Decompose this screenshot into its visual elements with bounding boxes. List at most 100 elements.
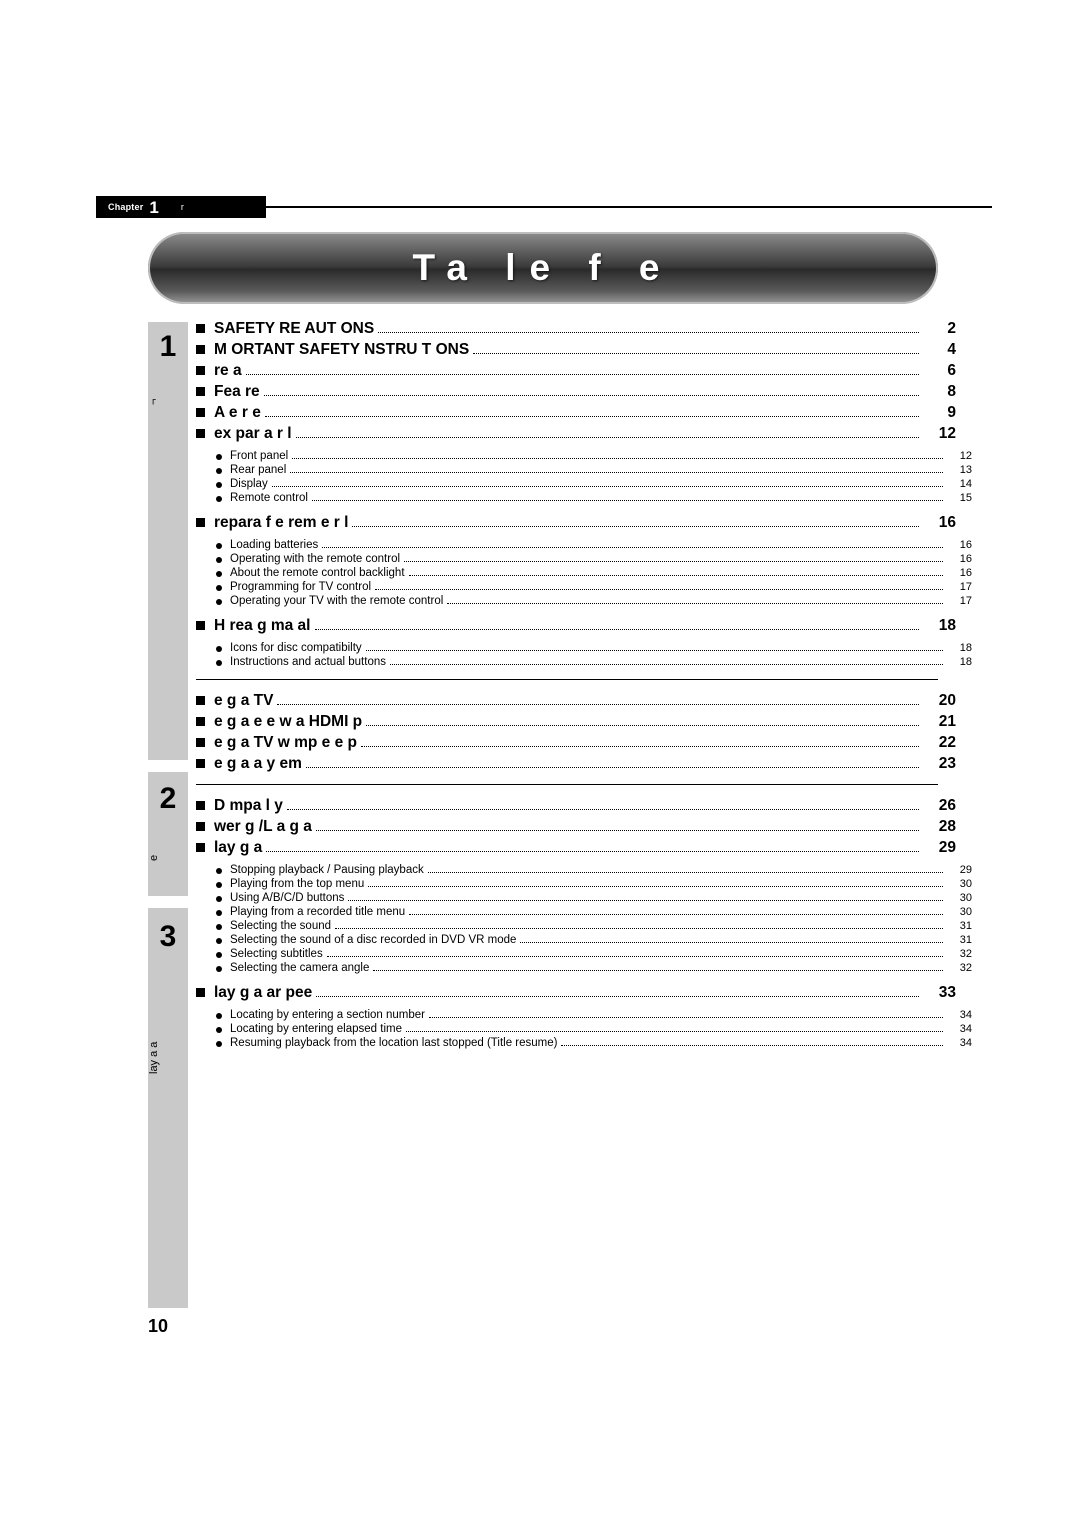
toc-entry-label: e g a e e w a HDMI p <box>214 713 363 730</box>
round-bullet-icon <box>216 1041 222 1047</box>
toc-group-chapter-3: D mpa l y 26 wer g /L a g a 28 lay g a 29 St… <box>196 797 972 1049</box>
toc-entry-main[interactable]: A e r e 9 <box>196 404 956 422</box>
toc-entry-label: Icons for disc compatibilty <box>230 642 362 654</box>
toc-entry-sub[interactable]: Instructions and actual buttons 18 <box>196 656 972 668</box>
toc-entry-main[interactable]: wer g /L a g a 28 <box>196 818 956 836</box>
square-bullet-icon <box>196 843 205 852</box>
toc-entry-main[interactable]: lay g a 29 <box>196 839 956 857</box>
toc-entry-main[interactable]: e g a TV w mp e e p 22 <box>196 734 956 752</box>
round-bullet-icon <box>216 585 222 591</box>
dot-leader <box>365 650 943 651</box>
toc-entry-sub[interactable]: Selecting the camera angle 32 <box>196 962 972 974</box>
toc-entry-page: 18 <box>938 617 956 634</box>
dot-leader <box>473 353 919 354</box>
dot-leader <box>360 746 919 747</box>
toc-entry-label: Playing from the top menu <box>230 878 365 890</box>
toc-entry-main[interactable]: SAFETY RE AUT ONS 2 <box>196 320 956 338</box>
toc-spacer <box>196 976 938 984</box>
dot-leader <box>520 942 943 943</box>
page-title-banner: Ta le f e <box>148 232 938 304</box>
toc-entry-sub[interactable]: Front panel 12 <box>196 450 972 462</box>
toc-entry-main[interactable]: D mpa l y 26 <box>196 797 956 815</box>
toc-entry-page: 16 <box>959 567 972 579</box>
toc-entry-label: Locating by entering a section number <box>230 1009 425 1021</box>
square-bullet-icon <box>196 324 205 333</box>
toc-entry-sub[interactable]: Icons for disc compatibilty 18 <box>196 642 972 654</box>
dot-leader <box>316 996 919 997</box>
chapter-number-label: 1 <box>149 197 159 217</box>
square-bullet-icon <box>196 759 205 768</box>
toc-entry-sub[interactable]: Playing from a recorded title menu 30 <box>196 906 972 918</box>
toc-entry-sub[interactable]: Selecting subtitles 32 <box>196 948 972 960</box>
toc-entry-sub[interactable]: Locating by entering a section number 34 <box>196 1009 972 1021</box>
toc-entry-label: H rea g ma al <box>214 617 311 634</box>
toc-entry-sub[interactable]: Rear panel 13 <box>196 464 972 476</box>
toc-entry-sub[interactable]: About the remote control backlight 16 <box>196 567 972 579</box>
toc-entry-page: 29 <box>938 839 956 856</box>
toc-entry-label: Fea re <box>214 383 260 400</box>
toc-entry-sub[interactable]: Selecting the sound of a disc recorded i… <box>196 934 972 946</box>
toc-entry-label: Selecting subtitles <box>230 948 323 960</box>
toc-divider-1 <box>196 679 938 680</box>
toc-entry-label: Instructions and actual buttons <box>230 656 386 668</box>
dot-leader <box>427 872 943 873</box>
dot-leader <box>264 416 919 417</box>
rail-text-1: ¬ <box>148 398 160 406</box>
dot-leader <box>378 332 919 333</box>
toc-entry-sub[interactable]: Playing from the top menu 30 <box>196 878 972 890</box>
dot-leader <box>447 603 943 604</box>
toc-entry-label: Remote control <box>230 492 308 504</box>
toc-entry-main[interactable]: e g a e e w a HDMI p 21 <box>196 713 956 731</box>
toc-entry-main[interactable]: H rea g ma al 18 <box>196 617 956 635</box>
toc-entry-sub[interactable]: Selecting the sound 31 <box>196 920 972 932</box>
toc-entry-main[interactable]: ex par a r l 12 <box>196 425 956 443</box>
toc-spacer <box>196 506 938 514</box>
toc-entry-main[interactable]: re a 6 <box>196 362 956 380</box>
toc-entry-sub[interactable]: Remote control 15 <box>196 492 972 504</box>
square-bullet-icon <box>196 621 205 630</box>
toc-entry-main[interactable]: e g a TV 20 <box>196 692 956 710</box>
dot-leader <box>286 809 919 810</box>
toc-entry-label: Operating with the remote control <box>230 553 401 565</box>
toc-entry-sub[interactable]: Programming for TV control 17 <box>196 581 972 593</box>
toc-entry-label: Resuming playback from the location last… <box>230 1037 558 1049</box>
chapter-word-label: Chapter <box>108 202 144 212</box>
toc-entry-label: Display <box>230 478 268 490</box>
toc-entry-main[interactable]: e g a a y em 23 <box>196 755 956 773</box>
toc-entry-label: re a <box>214 362 242 379</box>
toc-entry-sub[interactable]: Display 14 <box>196 478 972 490</box>
toc-entry-main[interactable]: Fea re 8 <box>196 383 956 401</box>
square-bullet-icon <box>196 988 205 997</box>
toc-entry-page: 28 <box>938 818 956 835</box>
dot-leader <box>266 851 919 852</box>
dot-leader <box>428 1017 943 1018</box>
toc-entry-sub[interactable]: Operating your TV with the remote contro… <box>196 595 972 607</box>
toc-entry-main[interactable]: lay g a ar pee 33 <box>196 984 956 1002</box>
toc-entry-sub[interactable]: Locating by entering elapsed time 34 <box>196 1023 972 1035</box>
dot-leader <box>271 486 943 487</box>
toc-entry-page: 23 <box>938 755 956 772</box>
toc-entry-page: 4 <box>947 341 956 358</box>
toc-entry-sub[interactable]: Operating with the remote control 16 <box>196 553 972 565</box>
toc-group-chapter-2: e g a TV 20 e g a e e w a HDMI p 21 e g a … <box>196 692 956 773</box>
toc-entry-label: Selecting the camera angle <box>230 962 370 974</box>
page-number: 10 <box>148 1316 169 1336</box>
toc-entry-sub[interactable]: Loading batteries 16 <box>196 539 972 551</box>
square-bullet-icon <box>196 408 205 417</box>
toc-group-chapter-1: SAFETY RE AUT ONS 2 M ORTANT SAFETY NSTRU … <box>196 320 972 668</box>
dot-leader <box>373 970 943 971</box>
toc-entry-main[interactable]: M ORTANT SAFETY NSTRU T ONS 4 <box>196 341 956 359</box>
toc-entry-sub[interactable]: Stopping playback / Pausing playback 29 <box>196 864 972 876</box>
round-bullet-icon <box>216 952 222 958</box>
dot-leader <box>352 526 919 527</box>
square-bullet-icon <box>196 801 205 810</box>
toc-entry-main[interactable]: repara f e rem e r l 16 <box>196 514 956 532</box>
chapter-tab: Chapter 1 r <box>96 196 266 218</box>
toc-entry-sub[interactable]: Using A/B/C/D buttons 30 <box>196 892 972 904</box>
dot-leader <box>311 500 943 501</box>
toc-entry-page: 22 <box>938 734 956 751</box>
toc-entry-page: 26 <box>938 797 956 814</box>
toc-entry-label: Playing from a recorded title menu <box>230 906 406 918</box>
toc-entry-sub[interactable]: Resuming playback from the location last… <box>196 1037 972 1049</box>
toc-divider-2 <box>196 784 938 785</box>
